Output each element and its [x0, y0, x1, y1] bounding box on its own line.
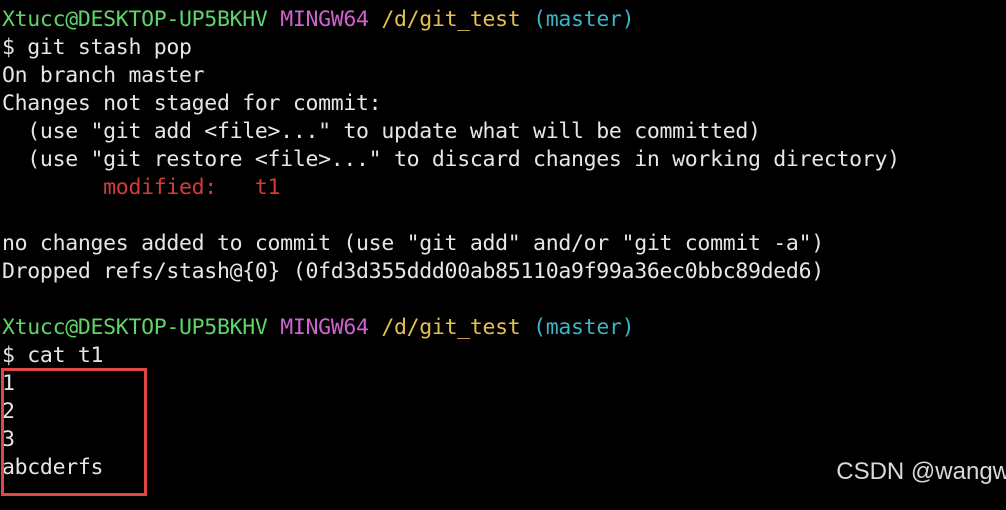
output-line: On branch master — [2, 63, 205, 88]
prompt-path: /d/git_test — [381, 315, 521, 340]
output-line: Dropped refs/stash@{0} (0fd3d355ddd00ab8… — [2, 259, 824, 284]
prompt-env: MINGW64 — [280, 315, 369, 340]
prompt-line: Xtucc@DESKTOP-UP5BKHV MINGW64 /d/git_tes… — [2, 6, 635, 34]
prompt-branch: (master) — [533, 315, 635, 340]
output-line: no changes added to commit (use "git add… — [2, 231, 824, 256]
output-line: (use "git restore <file>..." to discard … — [2, 147, 900, 172]
watermark: CSDN @wangw — [836, 458, 1006, 485]
prompt-env: MINGW64 — [280, 7, 369, 32]
terminal-window[interactable]: Xtucc@DESKTOP-UP5BKHV MINGW64 /d/git_tes… — [0, 0, 1006, 510]
output-line: (use "git add <file>..." to update what … — [2, 119, 761, 144]
prompt-line: Xtucc@DESKTOP-UP5BKHV MINGW64 /d/git_tes… — [2, 314, 635, 342]
prompt-user-host: Xtucc@DESKTOP-UP5BKHV — [2, 315, 268, 340]
prompt-branch: (master) — [533, 7, 635, 32]
prompt-user-host: Xtucc@DESKTOP-UP5BKHV — [2, 7, 268, 32]
command-line: $ cat t1 — [2, 343, 104, 368]
prompt-path: /d/git_test — [381, 7, 521, 32]
highlight-box — [1, 368, 147, 496]
modified-file-line: modified: t1 — [2, 175, 281, 200]
output-line: Changes not staged for commit: — [2, 91, 382, 116]
command-line: $ git stash pop — [2, 35, 192, 60]
